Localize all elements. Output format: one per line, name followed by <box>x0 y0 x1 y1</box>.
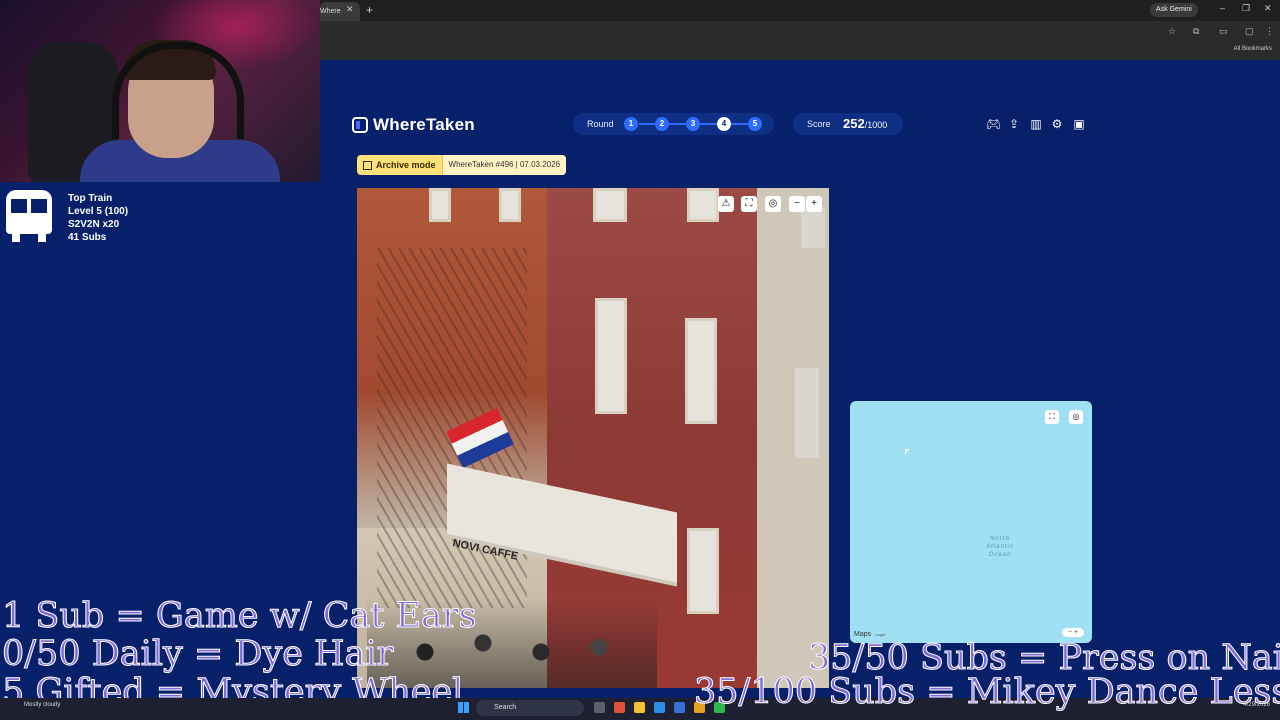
score-display: Score 252/1000 <box>793 113 903 135</box>
maps-attribution-label: Maps <box>854 631 872 638</box>
score-max: /1000 <box>864 120 888 130</box>
report-icon[interactable]: ⚠ <box>718 196 734 212</box>
round-label: Round <box>587 119 614 129</box>
train-title: Top Train <box>68 193 113 204</box>
task-view-icon[interactable] <box>594 702 605 713</box>
round-indicator: Round 1 2 3 4 5 <box>573 113 774 135</box>
archive-mode-label: Archive mode <box>376 160 436 170</box>
focus-icon[interactable]: ◎ <box>765 196 781 212</box>
fullscreen-icon[interactable]: ⛶ <box>741 196 757 212</box>
train-icon <box>6 190 52 242</box>
map-fullscreen-icon[interactable]: ⛶ <box>1045 410 1059 424</box>
score-number: 252 <box>843 116 865 131</box>
sidepanel-icon[interactable]: ▭ <box>1219 26 1228 37</box>
edge-icon[interactable] <box>654 702 665 713</box>
minimize-icon[interactable]: – <box>1220 3 1225 13</box>
logo[interactable]: WhereTaken <box>352 115 475 135</box>
start-icon[interactable] <box>458 702 469 713</box>
webcam-feed <box>0 0 320 182</box>
hype-train-info: Top Train Level 5 (100) S2V2N x20 41 Sub… <box>68 192 128 244</box>
zoom-in-icon[interactable]: + <box>806 196 822 212</box>
share-icon[interactable]: ⇪ <box>1007 117 1021 131</box>
logo-text: WhereTaken <box>373 115 475 134</box>
settings-icon[interactable]: ⚙ <box>1050 117 1064 131</box>
browser-tab[interactable]: Where Taken | Ge <box>320 2 360 21</box>
sub-goal-5: 35/100 Subs = Mikey Dance Lesson <box>694 672 1280 712</box>
archive-game-id: WhereTaken #496 | 07.03.2026 <box>442 155 567 175</box>
zoom-out-icon[interactable]: − <box>789 196 805 212</box>
tab-search-icon[interactable]: ▢ <box>1245 26 1254 37</box>
taskbar-search[interactable]: Search <box>476 700 584 716</box>
profile-icon[interactable]: ▣ <box>1072 117 1086 131</box>
map-zoom-control[interactable]: − + <box>1062 628 1084 637</box>
browser-tab-bar: Where Taken | Ge <box>320 0 1280 21</box>
ocean-label: North Atlantic Ocean <box>986 536 1014 558</box>
close-window-icon[interactable]: ✕ <box>1264 3 1272 14</box>
restore-icon[interactable]: ❐ <box>1242 3 1250 14</box>
menu-icon[interactable]: ⋮ <box>1265 26 1274 37</box>
archive-mode-button[interactable]: Archive mode <box>357 155 443 175</box>
bookmark-star-icon[interactable]: ☆ <box>1168 26 1176 37</box>
file-explorer-icon[interactable] <box>634 702 645 713</box>
weather-widget[interactable]: Mostly cloudy <box>24 702 60 709</box>
round-dot-2: 2 <box>655 117 669 131</box>
round-dot-5: 5 <box>748 117 762 131</box>
train-subs: 41 Subs <box>68 232 107 243</box>
map-locate-icon[interactable]: ◎ <box>1069 410 1083 424</box>
store-icon[interactable] <box>674 702 685 713</box>
bookmarks-bar: All Bookmarks <box>320 42 1280 60</box>
calendar-icon <box>363 160 372 170</box>
round-dot-3: 3 <box>686 117 700 131</box>
ask-gemini-button[interactable]: Ask Gemini <box>1150 3 1198 17</box>
sub-goal-4: 35/50 Subs = Press on Nails <box>807 638 1280 678</box>
train-level: Level 5 (100) <box>68 206 129 217</box>
map-legal-link[interactable]: Legal <box>875 632 885 637</box>
archive-badge: Archive mode WhereTaken #496 | 07.03.202… <box>357 155 567 175</box>
sub-goal-2: 0/50 Daily = Dye Hair <box>1 634 394 674</box>
gamepad-icon[interactable]: 🎮︎ <box>986 117 1001 131</box>
guess-map[interactable]: North Atlantic Ocean ⛶ ◎ Maps Legal − + <box>850 401 1092 643</box>
train-user: S2V2N x20 <box>68 219 120 230</box>
all-bookmarks-link[interactable]: All Bookmarks <box>1234 46 1272 52</box>
tab-close-icon[interactable]: ✕ <box>346 4 354 15</box>
round-dot-4: 4 <box>717 117 731 131</box>
app-icon[interactable] <box>614 702 625 713</box>
score-label: Score <box>807 119 831 129</box>
sub-goal-1: 1 Sub = Game w/ Cat Ears <box>2 596 478 636</box>
mouse-cursor <box>905 449 909 455</box>
extensions-icon[interactable]: ⧉ <box>1193 26 1199 37</box>
round-dot-1: 1 <box>624 117 638 131</box>
new-tab-button[interactable]: + <box>366 3 373 17</box>
score-value: 252/1000 <box>843 116 887 131</box>
address-bar[interactable] <box>320 21 1280 42</box>
logo-icon <box>352 117 368 133</box>
maps-attribution: Maps Legal <box>854 631 885 638</box>
stats-icon[interactable]: ▥ <box>1029 117 1043 131</box>
